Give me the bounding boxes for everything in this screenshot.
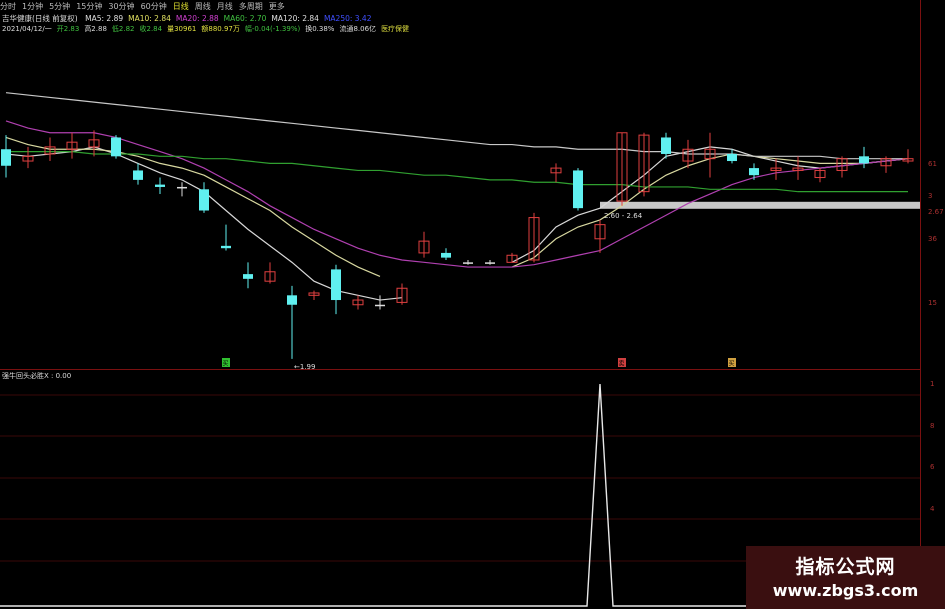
candle-body	[375, 304, 385, 307]
candle-body	[199, 189, 209, 211]
indicator-tick: 4	[930, 505, 935, 513]
candle-body	[573, 170, 583, 209]
candle-body	[727, 153, 737, 162]
candle-body	[749, 168, 759, 176]
candle-body	[177, 186, 187, 189]
ma-line-ma120	[5, 92, 908, 160]
price-tick: 61	[928, 160, 937, 168]
candle-body	[331, 269, 341, 301]
candle-body	[441, 252, 451, 258]
ma-line-ma5	[5, 146, 909, 301]
watermark-title: 指标公式网	[795, 556, 896, 578]
candle-body	[661, 137, 671, 154]
sell-marker-text: 卖	[619, 361, 625, 368]
price-tick: 36	[928, 235, 937, 243]
low-price-label: ←1.99	[294, 363, 315, 371]
watermark: 指标公式网 www.zbgs3.com	[746, 546, 945, 609]
indicator-label: 强牛回头必胜X : 0.00	[2, 371, 71, 381]
candle-body	[133, 170, 143, 180]
buy-marker-2-text: 买	[729, 360, 735, 368]
kline-chart[interactable]: 2.60 - 2.64←1.99买卖买6132.67361518642	[0, 0, 945, 609]
price-tick: 2.67	[928, 208, 944, 216]
candle-body	[111, 137, 121, 157]
price-tick: 15	[928, 299, 937, 307]
indicator-tick: 1	[930, 380, 934, 388]
candle-body	[485, 262, 495, 264]
ma-line-ma20	[5, 120, 909, 268]
candle-body	[859, 156, 869, 164]
buy-marker-text: 买	[223, 360, 229, 368]
indicator-tick: 6	[930, 463, 935, 471]
indicator-tick: 8	[930, 422, 934, 430]
price-tick: 3	[928, 192, 932, 200]
candle-body	[243, 274, 253, 279]
candle-body	[155, 184, 165, 187]
candle-body	[221, 245, 231, 249]
candle-body	[1, 149, 11, 166]
watermark-url: www.zbgs3.com	[772, 581, 919, 600]
support-band	[600, 201, 920, 209]
candle-body	[287, 295, 297, 305]
indicator-text: 强牛回头必胜X : 0.00	[2, 372, 72, 380]
candle-body	[463, 262, 473, 264]
